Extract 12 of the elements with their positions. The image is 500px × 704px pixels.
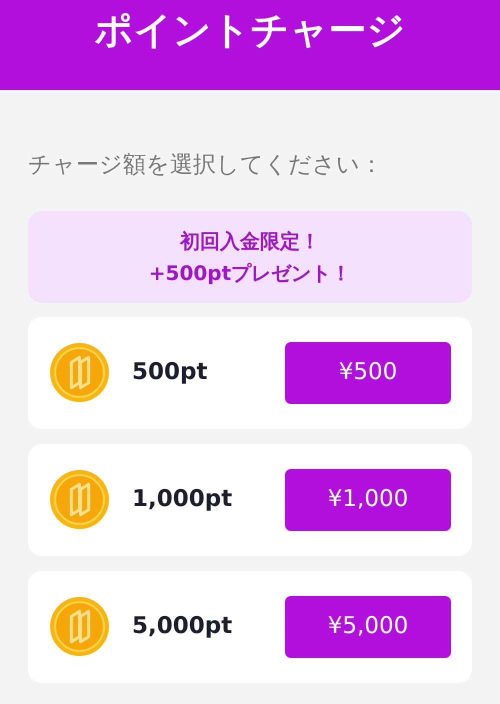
instruction-text: チャージ額を選択してください： bbox=[28, 151, 384, 180]
coin-icon bbox=[49, 596, 110, 657]
page-title: ポイントチャージ bbox=[94, 8, 406, 54]
price-button[interactable]: ¥5,000 bbox=[285, 596, 451, 658]
coin-icon bbox=[49, 469, 110, 530]
points-label: 1,000pt bbox=[132, 485, 234, 514]
coin-icon bbox=[49, 342, 110, 403]
points-label: 5,000pt bbox=[132, 612, 234, 642]
price-button[interactable]: ¥1,000 bbox=[285, 468, 451, 530]
points-label: 500pt bbox=[132, 358, 208, 388]
price-button[interactable]: ¥500 bbox=[285, 342, 451, 404]
promo-banner: 初回入金限定！ +500ptプレゼント！ bbox=[28, 210, 472, 302]
